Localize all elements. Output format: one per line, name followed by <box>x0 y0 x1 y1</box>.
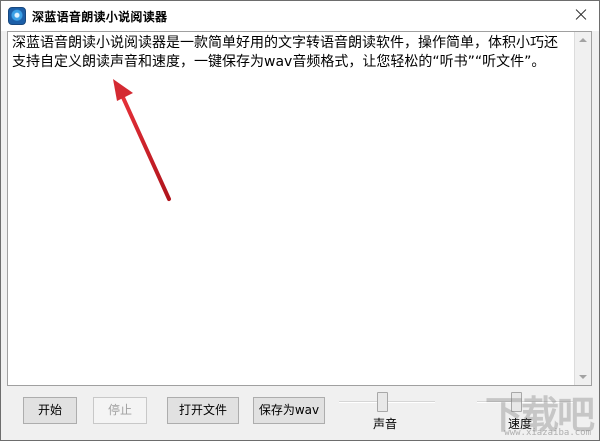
annotation-arrow-icon <box>113 79 171 201</box>
app-logo-icon <box>8 7 26 25</box>
speed-label: 速度 <box>508 417 533 431</box>
volume-label: 声音 <box>373 417 398 431</box>
text-editor[interactable]: 深蓝语音朗读小说阅读器是一款简单好用的文字转语音朗读软件，操作简单，体积小巧还支… <box>7 31 592 386</box>
title-bar[interactable]: 深蓝语音朗读小说阅读器 <box>1 1 599 31</box>
save-wav-button[interactable]: 保存为wav <box>253 397 325 424</box>
window-title: 深蓝语音朗读小说阅读器 <box>32 10 168 24</box>
speed-slider-thumb[interactable] <box>511 392 522 412</box>
vertical-scrollbar[interactable] <box>574 32 591 385</box>
stop-button[interactable]: 停止 <box>93 397 147 424</box>
start-button[interactable]: 开始 <box>23 397 77 424</box>
scroll-up-icon[interactable] <box>575 32 591 49</box>
volume-slider[interactable] <box>339 392 435 412</box>
scroll-down-icon[interactable] <box>575 368 591 385</box>
close-icon[interactable] <box>569 4 593 26</box>
speed-slider[interactable] <box>477 392 573 412</box>
speed-slider-track[interactable] <box>477 401 573 403</box>
open-file-button[interactable]: 打开文件 <box>167 397 239 424</box>
volume-slider-thumb[interactable] <box>377 392 388 412</box>
editor-content[interactable]: 深蓝语音朗读小说阅读器是一款简单好用的文字转语音朗读软件，操作简单，体积小巧还支… <box>12 34 570 72</box>
app-window: 深蓝语音朗读小说阅读器 深蓝语音朗读小说阅读器是一款简单好用的文字转语音朗读软件… <box>0 0 600 441</box>
